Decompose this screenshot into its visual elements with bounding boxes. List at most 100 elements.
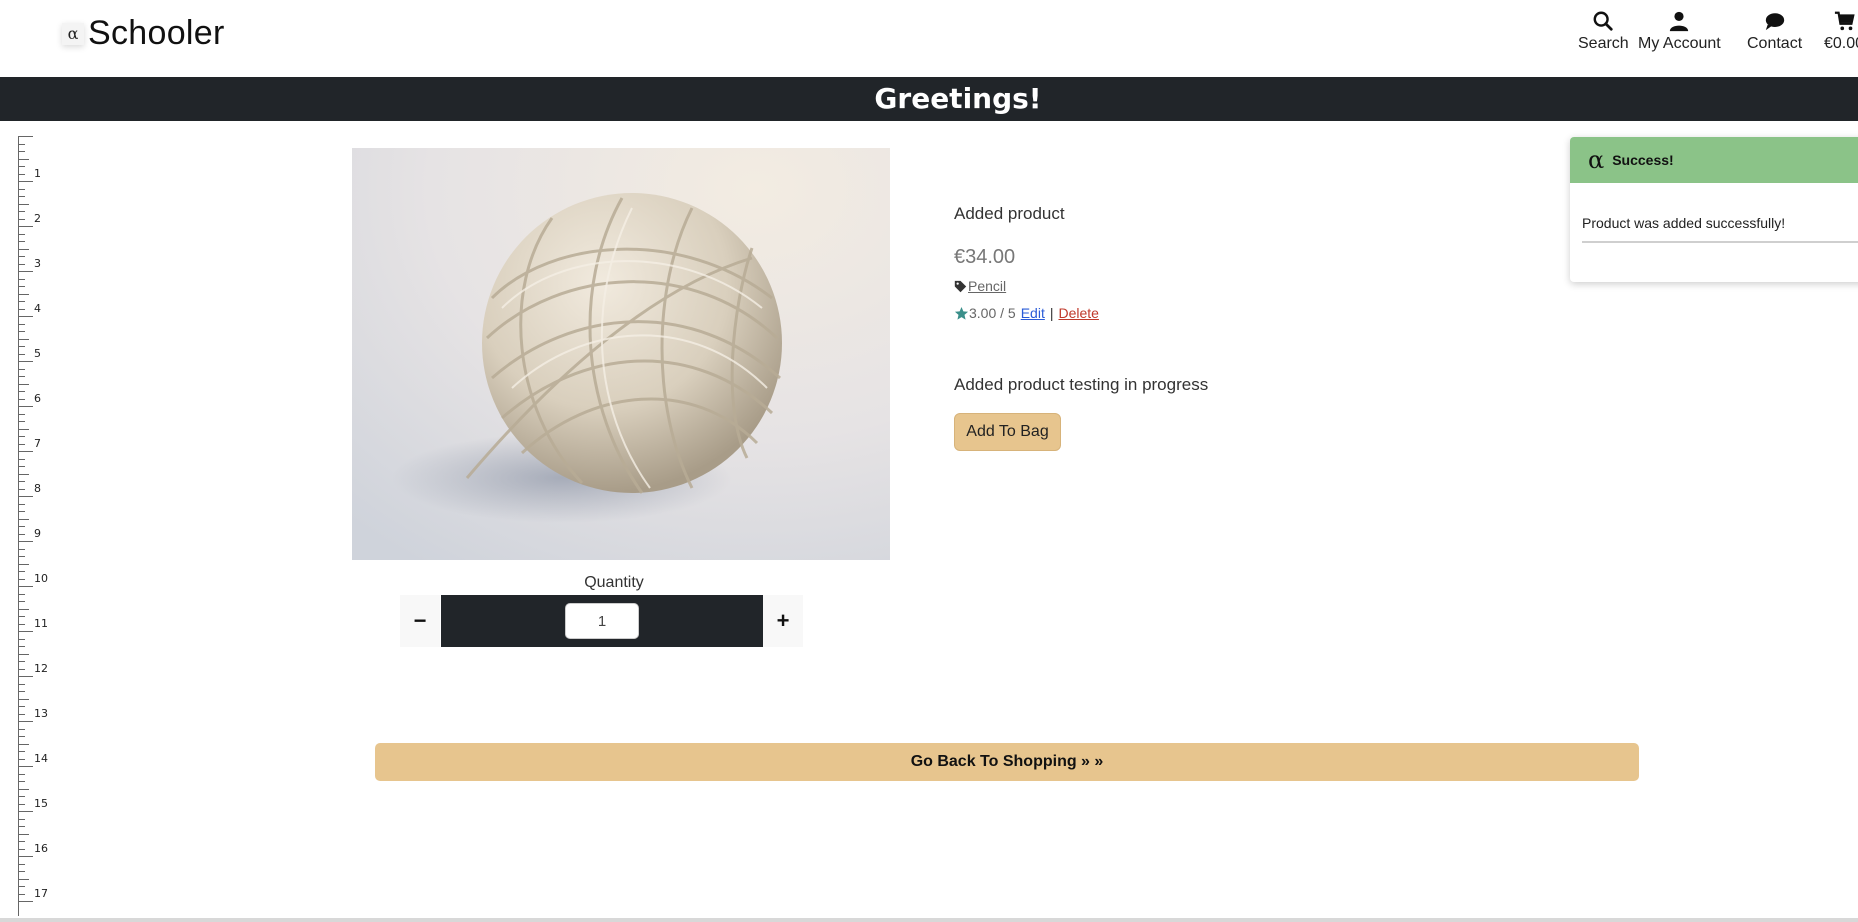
product-description: Added product testing in progress xyxy=(954,375,1209,394)
ruler-tick xyxy=(19,496,33,497)
edit-link[interactable]: Edit xyxy=(1021,305,1045,321)
ruler-tick xyxy=(19,638,25,640)
ruler-tick xyxy=(19,796,25,797)
ruler-tick xyxy=(19,893,25,895)
ruler-tick xyxy=(19,211,25,212)
toast-divider xyxy=(1582,241,1858,243)
back-to-shopping-button[interactable]: Go Back To Shopping » » xyxy=(375,743,1639,781)
ruler-label: 10 xyxy=(34,572,48,585)
ruler-tick xyxy=(19,593,25,595)
ruler-tick xyxy=(19,608,29,610)
ruler-tick xyxy=(19,683,25,685)
ruler-tick xyxy=(19,481,25,482)
ruler-tick xyxy=(19,406,33,407)
toast-logo-icon: α xyxy=(1588,146,1605,174)
ruler-label: 1 xyxy=(34,167,41,180)
nav-search[interactable]: Search xyxy=(1578,10,1629,53)
ruler-tick xyxy=(19,766,33,767)
ruler-tick xyxy=(19,353,25,355)
ruler-tick xyxy=(19,631,33,632)
ruler-tick xyxy=(19,803,25,805)
toast-title: Success! xyxy=(1612,152,1674,168)
ruler-tick xyxy=(19,781,25,782)
ruler-tick xyxy=(19,151,25,152)
ruler-label: 14 xyxy=(34,752,48,765)
logo-text: Schooler xyxy=(88,14,225,52)
ruler-tick xyxy=(19,646,25,647)
ruler-label: 12 xyxy=(34,662,48,675)
ruler-label: 7 xyxy=(34,437,41,450)
ruler-tick xyxy=(19,241,25,242)
logo-mark: α xyxy=(62,22,84,45)
ruler-tick xyxy=(19,331,25,332)
decrement-button[interactable]: − xyxy=(400,595,440,647)
add-to-bag-button[interactable]: Add To Bag xyxy=(954,413,1061,451)
ruler-tick xyxy=(19,203,29,205)
ruler-tick xyxy=(19,301,25,302)
ruler-tick xyxy=(19,383,29,385)
ruler-label: 9 xyxy=(34,527,41,540)
ruler-tick xyxy=(19,316,33,317)
nav-contact[interactable]: Contact xyxy=(1747,10,1802,53)
ruler-tick xyxy=(19,811,33,812)
category-link[interactable]: Pencil xyxy=(968,278,1006,294)
ruler-tick xyxy=(19,166,25,167)
ruler-tick xyxy=(19,721,33,722)
ruler-tick xyxy=(19,473,29,475)
ruler-tick xyxy=(19,248,29,250)
toast-header: α Success! xyxy=(1570,137,1858,183)
horizontal-scrollbar[interactable] xyxy=(0,918,1858,922)
ruler-tick xyxy=(19,188,25,190)
ruler-tick xyxy=(19,901,33,902)
ruler-label: 6 xyxy=(34,392,41,405)
ruler-tick xyxy=(19,361,33,362)
ruler-tick xyxy=(19,713,25,715)
delete-link[interactable]: Delete xyxy=(1058,305,1098,321)
tag-icon xyxy=(954,280,967,292)
ruler-label: 4 xyxy=(34,302,41,315)
product-title: Added product xyxy=(954,204,1065,223)
ruler-tick xyxy=(19,443,25,445)
product-price: €34.00 xyxy=(954,246,1016,268)
ruler-tick xyxy=(19,196,25,197)
ruler-tick xyxy=(19,871,25,872)
nav-search-label: Search xyxy=(1578,35,1629,52)
ruler-tick xyxy=(19,586,33,587)
ruler-label: 16 xyxy=(34,842,48,855)
logo[interactable]: α Schooler xyxy=(62,14,225,53)
ruler-tick xyxy=(19,788,29,790)
ruler-tick xyxy=(19,691,25,692)
ruler-tick xyxy=(19,886,25,887)
increment-button[interactable]: + xyxy=(763,595,803,647)
ruler-tick xyxy=(19,218,25,220)
ruler-tick xyxy=(19,413,25,415)
yarn-ball-image xyxy=(352,148,890,560)
nav-contact-label: Contact xyxy=(1747,35,1803,52)
ruler-label: 8 xyxy=(34,482,41,495)
ruler-tick xyxy=(19,458,25,460)
ruler-tick xyxy=(19,466,25,467)
nav-account[interactable]: My Account xyxy=(1638,10,1721,53)
ruler-tick xyxy=(19,533,25,535)
user-icon xyxy=(1670,11,1689,32)
ruler-tick xyxy=(19,181,33,182)
ruler-tick xyxy=(19,308,25,310)
ruler-tick xyxy=(19,743,29,745)
nav-bag-total: €0.00 xyxy=(1824,35,1858,52)
ruler-tick xyxy=(19,548,25,550)
product-category: Pencil xyxy=(954,278,1006,294)
ruler-tick xyxy=(19,488,25,490)
ruler-tick xyxy=(19,668,25,670)
ruler-tick xyxy=(19,278,25,280)
site-header: α Schooler Search My Account Contact €0.… xyxy=(0,0,1858,77)
ruler-label: 17 xyxy=(34,887,48,900)
nav-bag[interactable]: €0.00 xyxy=(1824,10,1858,53)
ruler-tick xyxy=(19,841,25,842)
ruler-tick xyxy=(19,323,25,325)
success-toast: α Success! Product was added successfull… xyxy=(1570,137,1858,282)
ruler-label: 11 xyxy=(34,617,48,630)
chat-bubble-icon xyxy=(1765,13,1784,31)
quantity-input[interactable] xyxy=(565,603,639,639)
ruler-tick xyxy=(19,676,33,677)
ruler-tick xyxy=(19,451,33,452)
